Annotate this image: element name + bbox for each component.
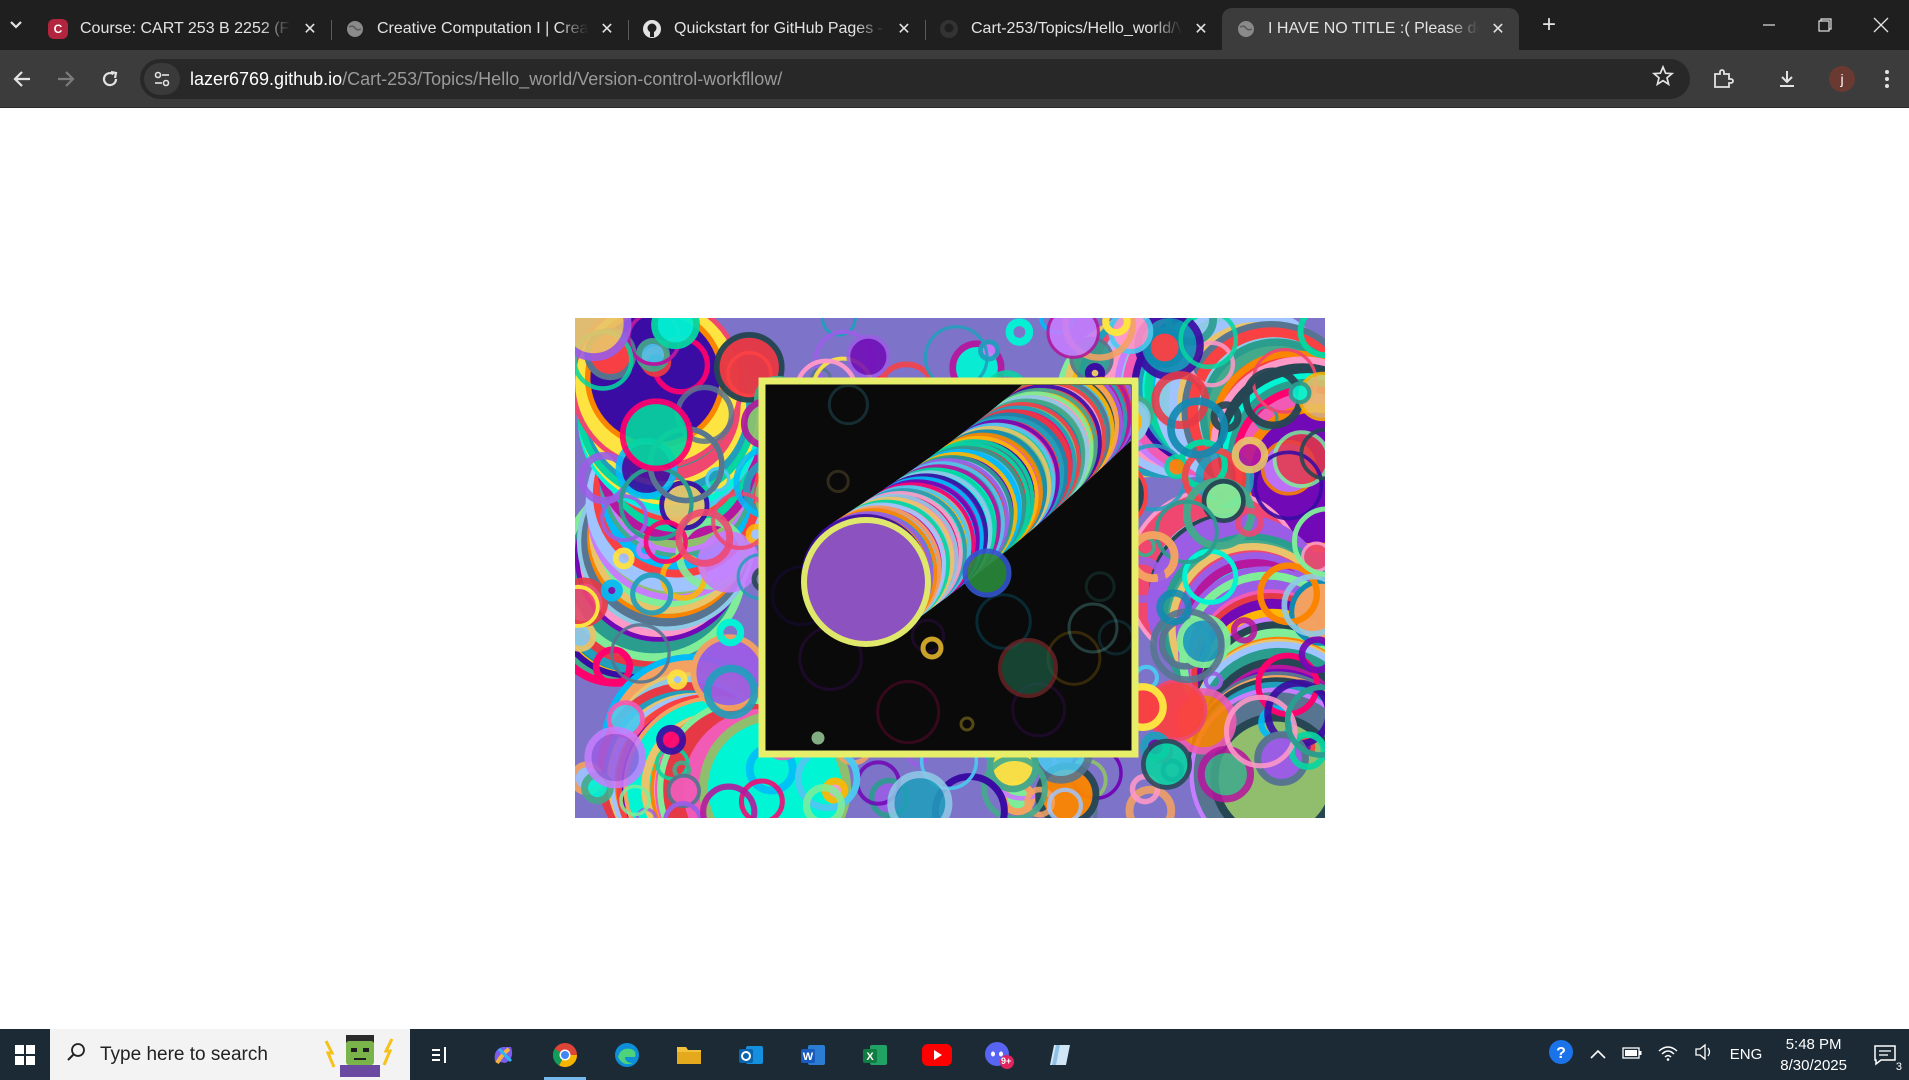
minimize-icon[interactable] (1741, 0, 1797, 50)
tab-title: Creative Computation I | Creative Comput… (377, 20, 588, 38)
chevron-up-icon[interactable] (1590, 1046, 1606, 1064)
new-tab-button[interactable]: + (1529, 5, 1569, 45)
discord-icon[interactable]: 9+ (968, 1029, 1030, 1080)
clock[interactable]: 5:48 PM 8/30/2025 (1780, 1034, 1847, 1076)
youtube-icon[interactable] (906, 1029, 968, 1080)
more-menu-icon[interactable] (1865, 57, 1909, 101)
discord-badge: 9+ (1001, 1056, 1012, 1066)
tab-list: C Course: CART 253 B 2252 (Fall 2025) ✕ … (34, 0, 1519, 50)
download-icon[interactable] (1765, 57, 1809, 101)
outlook-icon[interactable] (720, 1029, 782, 1080)
edge-icon[interactable] (596, 1029, 658, 1080)
window-controls (1741, 0, 1909, 50)
globe-icon (345, 19, 365, 39)
art-circle (619, 398, 693, 472)
chevron-down-icon (10, 21, 22, 29)
close-icon[interactable]: ✕ (596, 18, 618, 40)
course-c-icon: C (48, 19, 68, 39)
close-icon[interactable]: ✕ (1487, 18, 1509, 40)
svg-text:W: W (803, 1051, 814, 1063)
system-tray: ? ENG 5:48 PM 8/30/2025 3 (1540, 1029, 1909, 1080)
excel-icon[interactable]: X (844, 1029, 906, 1080)
tab-title: I HAVE NO TITLE :( Please deduce one (1268, 20, 1479, 38)
reload-icon[interactable] (88, 57, 132, 101)
taskbar-search[interactable]: Type here to search (50, 1029, 410, 1080)
github-icon (939, 19, 959, 39)
browser-toolbar: lazer6769.github.io/Cart-253/Topics/Hell… (0, 50, 1909, 108)
tab-course[interactable]: C Course: CART 253 B 2252 (Fall 2025) ✕ (34, 8, 331, 50)
sketch-canvas[interactable] (575, 318, 1325, 818)
tab-title: Cart-253/Topics/Hello_world/Version-cont… (971, 20, 1182, 38)
site-info-icon[interactable] (144, 63, 180, 95)
art-circle (600, 579, 623, 602)
url-path: /Cart-253/Topics/Hello_world/Version-con… (342, 68, 783, 89)
clock-time: 5:48 PM (1785, 1035, 1842, 1053)
art-circle (1046, 318, 1100, 359)
forward-icon[interactable] (44, 57, 88, 101)
art-circle (612, 547, 635, 570)
notepad-icon[interactable] (1030, 1029, 1092, 1080)
windows-logo-icon (15, 1044, 35, 1065)
art-circle (651, 318, 700, 350)
trail-circle (811, 731, 825, 745)
toolbar-actions: j (1681, 57, 1909, 101)
art-circle (887, 770, 953, 818)
word-icon[interactable]: W (782, 1029, 844, 1080)
url-text[interactable]: lazer6769.github.io/Cart-253/Topics/Hell… (190, 69, 782, 90)
art-circle (584, 726, 646, 789)
search-highlight-frankenstein-icon (324, 1035, 394, 1077)
close-icon[interactable]: ✕ (299, 18, 321, 40)
copilot-icon[interactable] (472, 1029, 534, 1080)
battery-icon[interactable] (1622, 1046, 1642, 1064)
restore-icon[interactable] (1797, 0, 1853, 50)
search-placeholder: Type here to search (100, 1043, 268, 1065)
help-icon[interactable]: ? (1548, 1039, 1574, 1070)
back-icon[interactable] (0, 57, 44, 101)
search-icon (66, 1042, 86, 1068)
volume-icon[interactable] (1694, 1043, 1714, 1066)
close-window-icon[interactable] (1853, 0, 1909, 50)
notification-count: 3 (1893, 1061, 1904, 1073)
svg-text:?: ? (1556, 1045, 1566, 1062)
tab-title: Course: CART 253 B 2252 (Fall 2025) (80, 20, 291, 38)
trail-circle (801, 517, 931, 647)
art-circle (656, 724, 687, 755)
tab-cart-253-repo[interactable]: Cart-253/Topics/Hello_world/Version-cont… (925, 8, 1222, 50)
browser-tab-strip: C Course: CART 253 B 2252 (Fall 2025) ✕ … (0, 0, 1909, 50)
github-icon (642, 19, 662, 39)
web-page (0, 109, 1909, 1029)
art-circle (1288, 381, 1312, 405)
url-host: lazer6769.github.io (190, 68, 343, 89)
trail-circle (998, 638, 1058, 698)
file-explorer-icon[interactable] (658, 1029, 720, 1080)
tab-search-button[interactable] (0, 9, 32, 41)
extensions-icon[interactable] (1701, 57, 1745, 101)
art-circle (1231, 436, 1269, 474)
bookmark-star-icon[interactable] (1651, 64, 1675, 93)
globe-icon (1236, 19, 1256, 39)
tab-active-no-title[interactable]: I HAVE NO TITLE :( Please deduce one ✕ (1222, 8, 1519, 50)
profile-avatar[interactable]: j (1829, 66, 1855, 92)
art-circle (1197, 746, 1255, 803)
art-circle (667, 669, 688, 690)
circle-art (575, 318, 1325, 818)
task-view-icon[interactable] (410, 1029, 472, 1080)
svg-text:X: X (866, 1051, 874, 1063)
tab-title: Quickstart for GitHub Pages - GitHub Doc… (674, 20, 885, 38)
language-indicator[interactable]: ENG (1730, 1046, 1763, 1063)
start-button[interactable] (0, 1029, 50, 1080)
trail-circle (962, 548, 1012, 598)
tab-creative-computation[interactable]: Creative Computation I | Creative Comput… (331, 8, 628, 50)
wifi-icon[interactable] (1658, 1043, 1678, 1066)
close-icon[interactable]: ✕ (1190, 18, 1212, 40)
notification-center-icon[interactable]: 3 (1861, 1029, 1909, 1080)
art-circle (1141, 738, 1193, 790)
address-bar[interactable]: lazer6769.github.io/Cart-253/Topics/Hell… (140, 59, 1690, 99)
art-circle (846, 334, 891, 379)
close-icon[interactable]: ✕ (893, 18, 915, 40)
tab-github-pages[interactable]: Quickstart for GitHub Pages - GitHub Doc… (628, 8, 925, 50)
chrome-icon[interactable] (534, 1029, 596, 1080)
windows-taskbar: Type here to search W X 9+ ? ENG 5:48 PM… (0, 1029, 1909, 1080)
clock-date: 8/30/2025 (1780, 1056, 1847, 1074)
